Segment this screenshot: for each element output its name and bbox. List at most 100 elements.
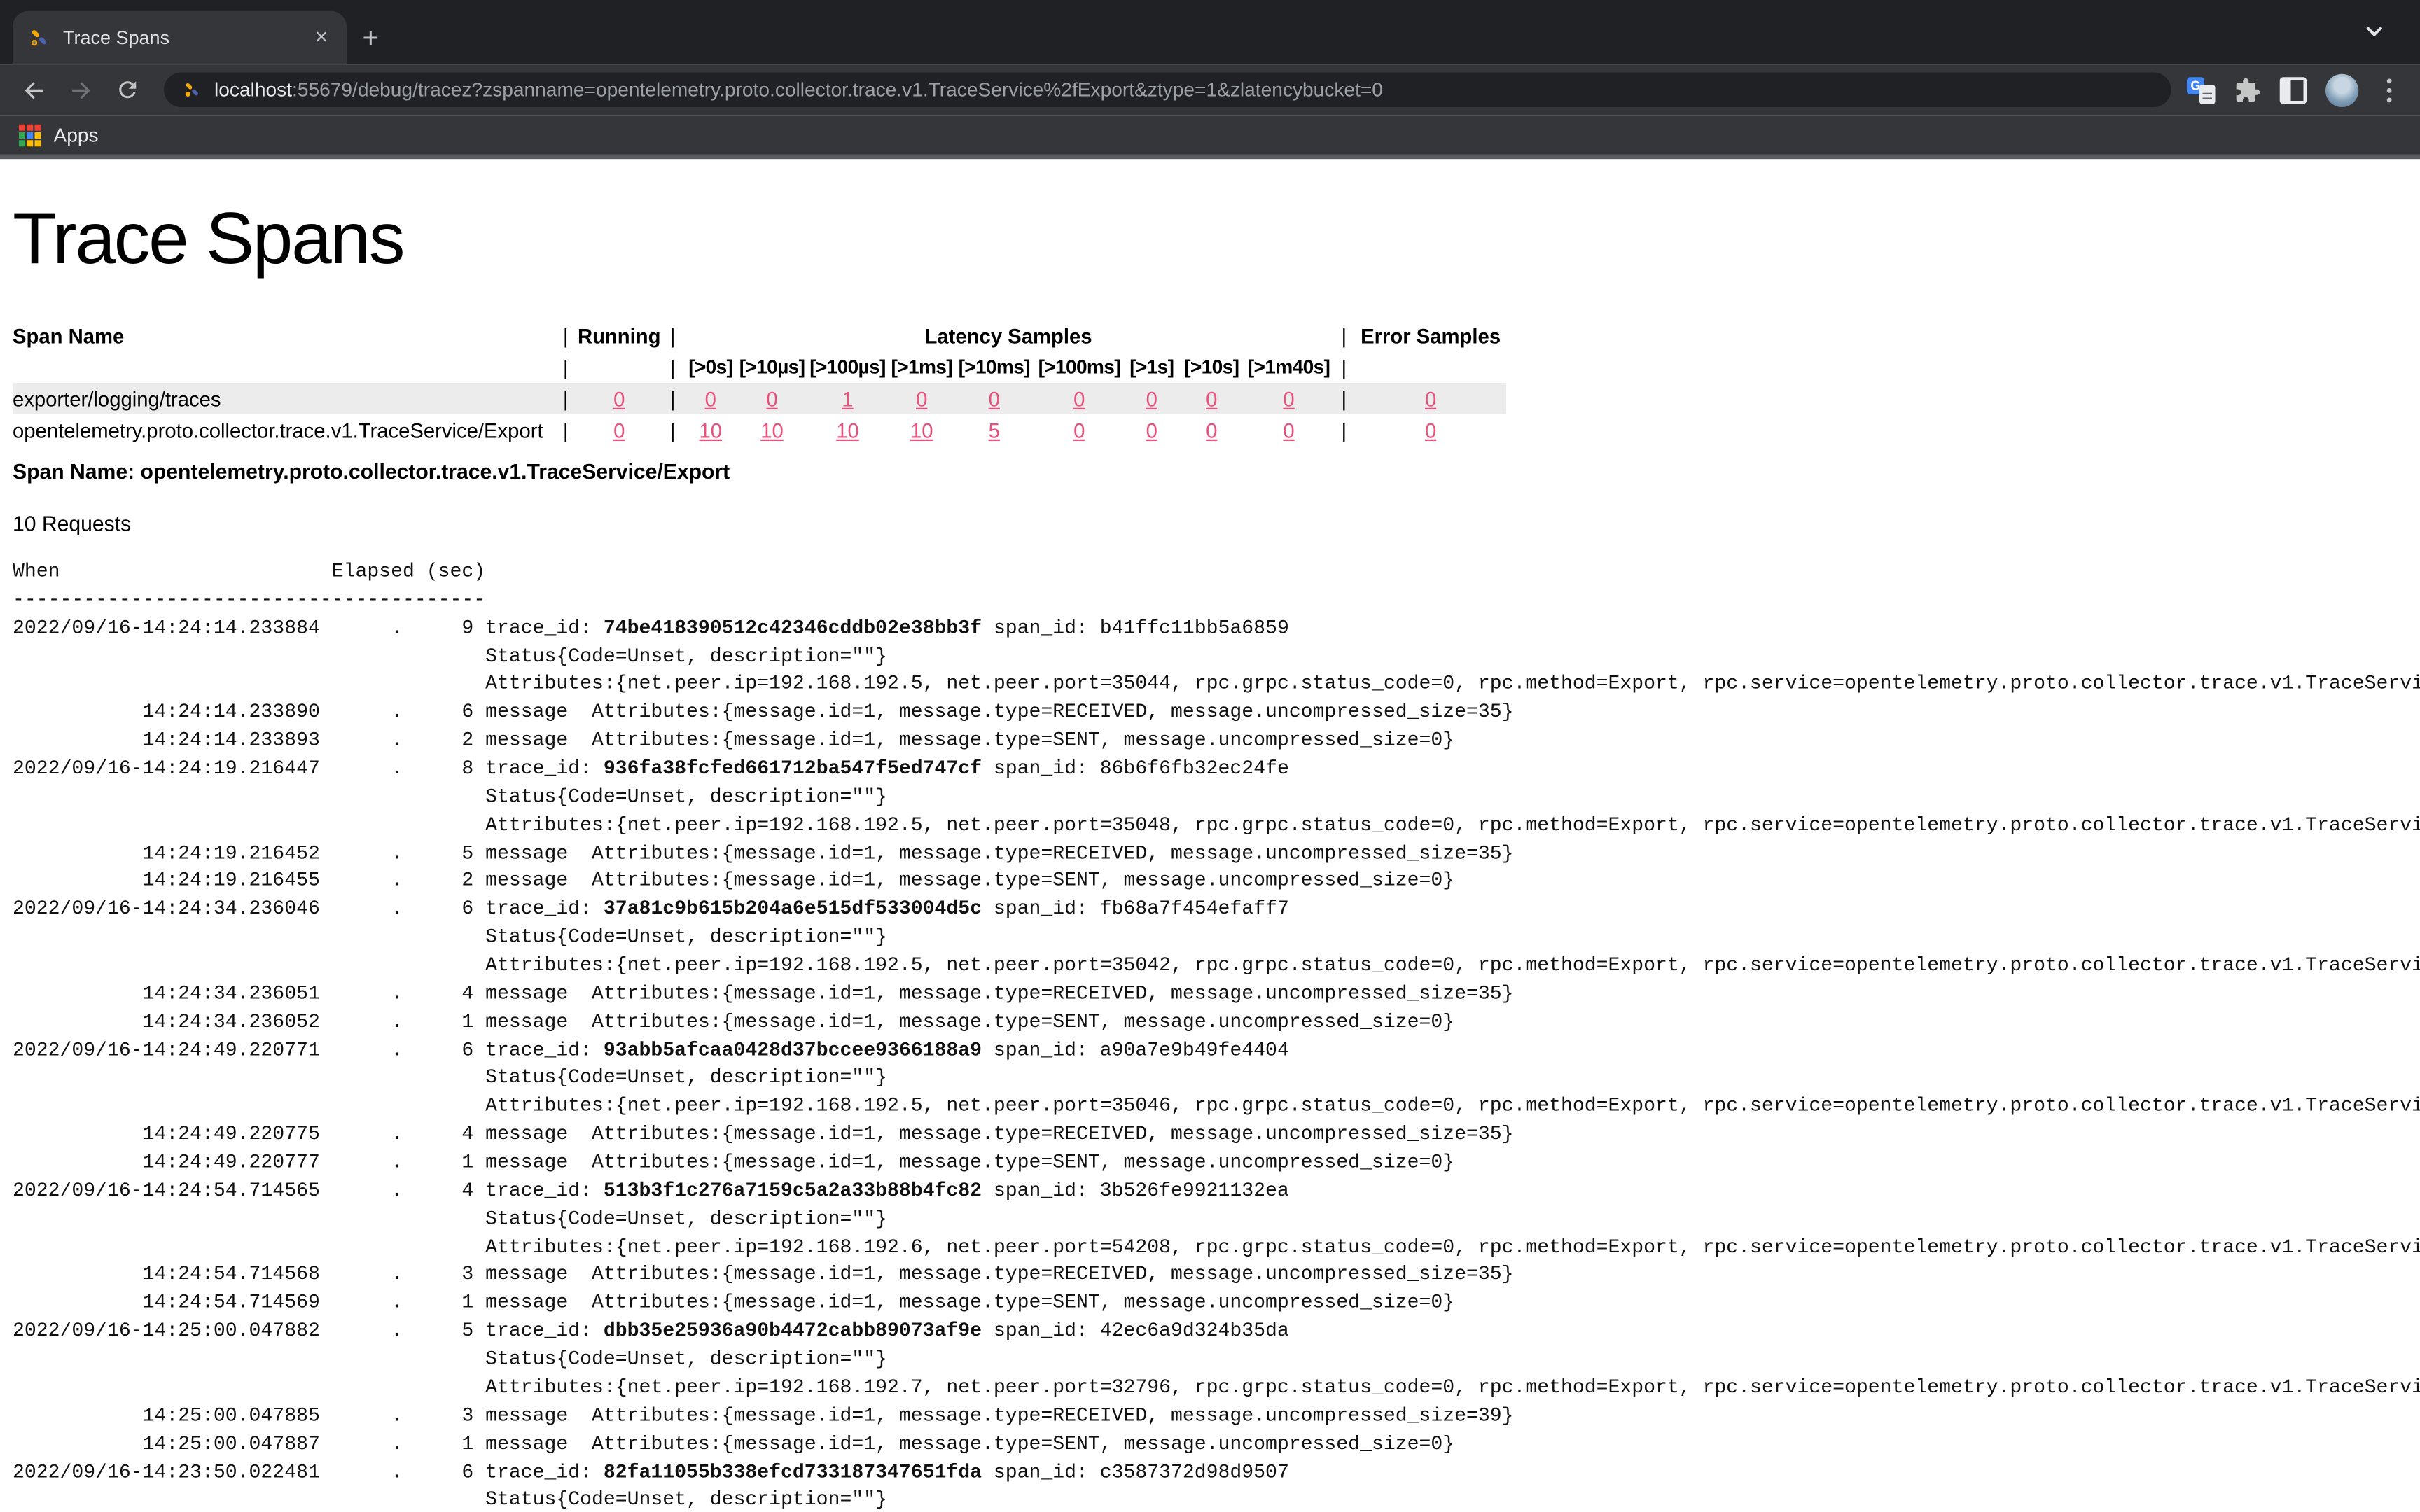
latency-bucket-label: [>10ms] — [955, 351, 1034, 383]
tracez-page: Trace Spans Span Name | Running | Latenc… — [0, 159, 2420, 1512]
running-count-link[interactable]: 0 — [613, 418, 625, 442]
screenshot-stage: Trace Spans × + — [0, 0, 2420, 1512]
latency-count-link[interactable]: 0 — [766, 386, 777, 410]
column-separator: | — [662, 414, 684, 446]
browser-toolbar: localhost:55679/debug/tracez?zspanname=o… — [0, 64, 2420, 115]
request-row: 2022/09/16-14:24:19.216447 . 8 trace_id:… — [13, 756, 2420, 784]
span-name-cell: opentelemetry.proto.collector.trace.v1.T… — [13, 414, 555, 446]
span-name-cell: exporter/logging/traces — [13, 383, 555, 414]
requests-count: 10 Requests — [13, 512, 2420, 536]
latency-count-link[interactable]: 0 — [1283, 386, 1294, 410]
bookmarks-bar: Apps — [0, 115, 2420, 159]
request-attributes-row: Attributes:{net.peer.ip=192.168.192.5, n… — [13, 812, 2420, 840]
latency-bucket-label: [>0s] — [684, 351, 738, 383]
col-header-error-samples: Error Samples — [1355, 320, 1506, 351]
column-separator: | — [1333, 351, 1356, 383]
trace-id-value: 936fa38fcfed661712ba547f5ed747cf — [604, 757, 982, 780]
request-event-row: 14:24:14.233890 . 6 message Attributes:{… — [13, 700, 2420, 728]
tab-close-icon[interactable]: × — [309, 25, 334, 50]
request-attributes-row: Attributes:{net.peer.ip=192.168.192.6, n… — [13, 1234, 2420, 1262]
tab-strip: Trace Spans × + — [0, 0, 2420, 64]
tab-trace-spans[interactable]: Trace Spans × — [13, 11, 347, 65]
latency-count-link[interactable]: 10 — [760, 418, 784, 442]
column-separator: | — [555, 414, 577, 446]
request-event-row: 14:24:54.714568 . 3 message Attributes:{… — [13, 1262, 2420, 1290]
trace-id-value: 82fa11055b338efcd733187347651fda — [604, 1461, 982, 1483]
request-status-row: Status{Code=Unset, description=""} — [13, 1206, 2420, 1234]
latency-bucket-header-row: | | [>0s][>10µs][>100µs][>1ms][>10ms][>1… — [13, 351, 1506, 383]
latency-count-link[interactable]: 5 — [989, 418, 1000, 442]
request-status-row: Status{Code=Unset, description=""} — [13, 925, 2420, 953]
browser-window: Trace Spans × + — [0, 0, 2420, 1512]
request-status-row: Status{Code=Unset, description=""} — [13, 1347, 2420, 1375]
urlbar-favicon-opentelemetry-icon — [183, 80, 202, 99]
profile-avatar[interactable] — [2325, 74, 2358, 106]
request-row: 2022/09/16-14:24:49.220771 . 6 trace_id:… — [13, 1037, 2420, 1065]
column-separator: | — [1333, 383, 1356, 414]
apps-shortcut[interactable]: Apps — [19, 124, 99, 146]
request-event-row: 14:24:19.216452 . 5 message Attributes:{… — [13, 841, 2420, 869]
favicon-opentelemetry-icon — [29, 27, 51, 49]
request-event-row: 14:24:34.236051 . 4 message Attributes:{… — [13, 981, 2420, 1009]
trace-id-value: 37a81c9b615b204a6e515df533004d5c — [604, 898, 982, 920]
page-title: Trace Spans — [13, 197, 2420, 279]
latency-count-link[interactable]: 0 — [1206, 418, 1217, 442]
request-attributes-row: Attributes:{net.peer.ip=192.168.192.5, n… — [13, 953, 2420, 981]
request-status-row: Status{Code=Unset, description=""} — [13, 1065, 2420, 1093]
listing-header: When Elapsed (sec) — [13, 559, 2420, 587]
latency-bucket-label: [>10µs] — [737, 351, 807, 383]
latency-count-link[interactable]: 10 — [910, 418, 933, 442]
reload-button[interactable] — [107, 69, 148, 111]
latency-count-link[interactable]: 0 — [1073, 386, 1085, 410]
menu-kebab-icon[interactable] — [2377, 75, 2401, 105]
column-separator: | — [555, 320, 577, 351]
request-row: 2022/09/16-14:24:34.236046 . 6 trace_id:… — [13, 897, 2420, 925]
running-count-link[interactable]: 0 — [613, 386, 625, 410]
requests-listing: When Elapsed (sec)----------------------… — [13, 559, 2420, 1512]
request-event-row: 14:25:00.047887 . 1 message Attributes:{… — [13, 1431, 2420, 1459]
span-summary-table: Span Name | Running | Latency Samples | … — [13, 320, 1506, 446]
latency-bucket-label: [>1m40s] — [1245, 351, 1333, 383]
latency-count-link[interactable]: 1 — [842, 386, 853, 410]
extensions-puzzle-icon[interactable] — [2234, 76, 2261, 103]
latency-count-link[interactable]: 0 — [1146, 386, 1157, 410]
latency-bucket-label: [>10s] — [1178, 351, 1245, 383]
error-count-link[interactable]: 0 — [1425, 386, 1436, 410]
url-path: :55679/debug/tracez?zspanname=openteleme… — [292, 79, 1383, 102]
apps-grid-icon — [19, 124, 41, 146]
request-row: 2022/09/16-14:23:50.022481 . 6 trace_id:… — [13, 1460, 2420, 1488]
forward-button[interactable] — [60, 69, 102, 111]
request-row: 2022/09/16-14:24:54.714565 . 4 trace_id:… — [13, 1178, 2420, 1206]
latency-count-link[interactable]: 0 — [705, 386, 716, 410]
new-tab-button[interactable]: + — [363, 24, 380, 52]
request-event-row: 14:24:49.220775 . 4 message Attributes:{… — [13, 1121, 2420, 1149]
url-text: localhost:55679/debug/tracez?zspanname=o… — [214, 79, 1383, 102]
back-button[interactable] — [13, 69, 54, 111]
column-separator: | — [1333, 414, 1356, 446]
request-event-row: 14:24:34.236052 . 1 message Attributes:{… — [13, 1009, 2420, 1037]
latency-count-link[interactable]: 0 — [1206, 386, 1217, 410]
summary-header-row: Span Name | Running | Latency Samples | … — [13, 320, 1506, 351]
trace-id-value: dbb35e25936a90b4472cabb89073af9e — [604, 1320, 982, 1343]
request-event-row: 14:24:19.216455 . 2 message Attributes:{… — [13, 869, 2420, 897]
span-summary-row: opentelemetry.proto.collector.trace.v1.T… — [13, 414, 1506, 446]
latency-count-link[interactable]: 0 — [1073, 418, 1085, 442]
latency-count-link[interactable]: 10 — [699, 418, 722, 442]
side-panel-icon[interactable] — [2280, 76, 2307, 103]
request-event-row: 14:24:49.220777 . 1 message Attributes:{… — [13, 1150, 2420, 1178]
request-event-row: 14:24:14.233893 . 2 message Attributes:{… — [13, 728, 2420, 756]
tab-title: Trace Spans — [63, 27, 309, 49]
latency-count-link[interactable]: 0 — [916, 386, 927, 410]
latency-bucket-label: [>1ms] — [889, 351, 955, 383]
url-bar[interactable]: localhost:55679/debug/tracez?zspanname=o… — [164, 73, 2171, 108]
error-count-link[interactable]: 0 — [1425, 418, 1436, 442]
translate-icon[interactable]: G — [2187, 76, 2216, 104]
column-separator: | — [555, 351, 577, 383]
trace-id-value: 74be418390512c42346cddb02e38bb3f — [604, 617, 982, 639]
latency-count-link[interactable]: 0 — [1283, 418, 1294, 442]
latency-count-link[interactable]: 0 — [989, 386, 1000, 410]
latency-count-link[interactable]: 0 — [1146, 418, 1157, 442]
tab-search-chevron-icon[interactable] — [2363, 20, 2386, 50]
url-host: localhost — [214, 79, 292, 102]
latency-count-link[interactable]: 10 — [836, 418, 859, 442]
